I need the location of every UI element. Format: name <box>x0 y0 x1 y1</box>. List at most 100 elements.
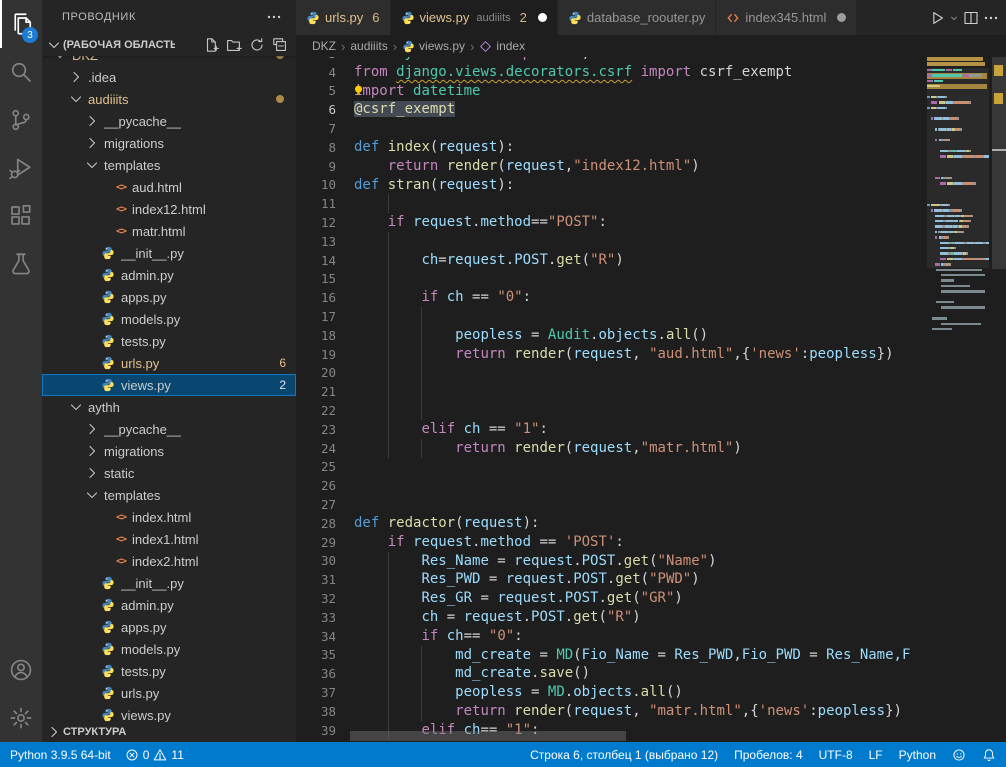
tree-item-aud.html[interactable]: <>aud.html <box>42 176 296 198</box>
python-interpreter[interactable]: Python 3.9.5 64-bit <box>10 748 111 762</box>
tree-item-DKZ[interactable]: DKZ <box>42 56 296 66</box>
code-line-8[interactable]: 8def index(request): <box>296 138 927 157</box>
code-line-24[interactable]: 24 return render(request,"matr.html") <box>296 439 927 458</box>
run-icon[interactable] <box>928 9 946 27</box>
code-line-14[interactable]: 14 ch=request.POST.get("R") <box>296 251 927 270</box>
overview-ruler[interactable] <box>992 57 1006 742</box>
tab-urls.py[interactable]: urls.py6 <box>296 0 391 35</box>
code-line-34[interactable]: 34 if ch== "0": <box>296 627 927 646</box>
collapse-all-icon[interactable] <box>272 37 288 53</box>
code-line-36[interactable]: 36 md_create.save() <box>296 664 927 683</box>
refresh-icon[interactable] <box>249 37 265 53</box>
split-editor-icon[interactable] <box>962 9 980 27</box>
code-line-5[interactable]: 5import datetime <box>296 82 927 101</box>
status-language[interactable]: Python <box>899 748 936 762</box>
code-line-29[interactable]: 29 if request.method == 'POST': <box>296 533 927 552</box>
code-line-33[interactable]: 33 ch = request.POST.get("R") <box>296 608 927 627</box>
code-line-19[interactable]: 19 return render(request, "aud.html",{'n… <box>296 345 927 364</box>
code-line-32[interactable]: 32 Res_GR = request.POST.get("GR") <box>296 589 927 608</box>
status-feedback[interactable] <box>952 748 966 762</box>
tree-item-admin.py[interactable]: admin.py <box>42 264 296 286</box>
code-line-38[interactable]: 38 return render(request, "matr.html",{'… <box>296 702 927 721</box>
tree-item-templates[interactable]: templates <box>42 154 296 176</box>
minimap[interactable] <box>927 57 989 742</box>
breadcrumb-item-views.py[interactable]: views.py <box>402 39 465 53</box>
code-line-12[interactable]: 12 if request.method=="POST": <box>296 213 927 232</box>
tree-item-views.py[interactable]: views.py2 <box>42 374 296 396</box>
activity-item-extensions[interactable] <box>0 192 42 240</box>
tree-item-index12.html[interactable]: <>index12.html <box>42 198 296 220</box>
workspace-section-header[interactable]: (РАБОЧАЯ ОБЛАСТЬ) ... <box>42 34 296 56</box>
breadcrumb-item-DKZ[interactable]: DKZ <box>312 39 336 53</box>
tree-item-views.py[interactable]: views.py <box>42 704 296 722</box>
tree-item-migrations[interactable]: migrations <box>42 440 296 462</box>
code-line-28[interactable]: 28def redactor(request): <box>296 514 927 533</box>
status-eol[interactable]: LF <box>869 748 883 762</box>
tree-item-matr.html[interactable]: <>matr.html <box>42 220 296 242</box>
code-line-17[interactable]: 17 <box>296 307 927 326</box>
breadcrumb-item-audiiits[interactable]: audiiits <box>350 39 387 53</box>
tree-item-urls.py[interactable]: urls.py6 <box>42 352 296 374</box>
code-line-25[interactable]: 25 <box>296 458 927 477</box>
tree-item-__pycache__[interactable]: __pycache__ <box>42 418 296 440</box>
tree-item-index1.html[interactable]: <>index1.html <box>42 528 296 550</box>
code-line-10[interactable]: 10def stran(request): <box>296 176 927 195</box>
new-file-icon[interactable] <box>203 37 219 53</box>
outline-section-header[interactable]: СТРУКТУРА <box>42 722 296 742</box>
code-line-11[interactable]: 11 <box>296 194 927 213</box>
dirty-indicator[interactable] <box>837 13 846 22</box>
breadcrumb-item-index[interactable]: index <box>479 39 525 53</box>
activity-item-source-control[interactable] <box>0 96 42 144</box>
vertical-scrollbar-thumb[interactable] <box>992 57 1006 269</box>
activity-item-account[interactable] <box>0 646 42 694</box>
tree-item-static[interactable]: static <box>42 462 296 484</box>
tree-item-.idea[interactable]: .idea <box>42 66 296 88</box>
tab-views.py[interactable]: views.pyaudiiits2 <box>391 0 558 35</box>
code-line-7[interactable]: 7 <box>296 119 927 138</box>
code-line-35[interactable]: 35 md_create = MD(Fio_Name = Res_PWD,Fio… <box>296 646 927 665</box>
status-selection[interactable]: Строка 6, столбец 1 (выбрано 12) <box>530 748 718 762</box>
horizontal-scrollbar[interactable] <box>296 730 927 742</box>
problems-indicator[interactable]: 0 11 <box>125 748 184 762</box>
lightbulb-icon[interactable] <box>352 84 365 98</box>
activity-item-explorer[interactable]: 3 <box>0 0 42 48</box>
code-line-6[interactable]: 6@csrf_exempt <box>296 100 927 119</box>
activity-item-run-debug[interactable] <box>0 144 42 192</box>
tab-index345.html[interactable]: index345.html <box>716 0 857 35</box>
tree-item-templates[interactable]: templates <box>42 484 296 506</box>
code-line-21[interactable]: 21 <box>296 382 927 401</box>
code-line-22[interactable]: 22 <box>296 401 927 420</box>
code-line-27[interactable]: 27 <box>296 495 927 514</box>
code-line-30[interactable]: 30 Res_Name = request.POST.get("Name") <box>296 552 927 571</box>
activity-item-search[interactable] <box>0 48 42 96</box>
code-line-20[interactable]: 20 <box>296 364 927 383</box>
tree-item-tests.py[interactable]: tests.py <box>42 660 296 682</box>
tree-item-migrations[interactable]: migrations <box>42 132 296 154</box>
activity-item-testing[interactable] <box>0 240 42 288</box>
tree-item-__init__.py[interactable]: __init__.py <box>42 572 296 594</box>
status-encoding[interactable]: UTF-8 <box>819 748 853 762</box>
status-indentation[interactable]: Пробелов: 4 <box>734 748 803 762</box>
code-line-18[interactable]: 18 peopless = Audit.objects.all() <box>296 326 927 345</box>
tree-item-apps.py[interactable]: apps.py <box>42 616 296 638</box>
more-actions-icon[interactable] <box>266 9 282 25</box>
code-line-31[interactable]: 31 Res_PWD = request.POST.get("PWD") <box>296 570 927 589</box>
tree-item-__init__.py[interactable]: __init__.py <box>42 242 296 264</box>
tree-item-apps.py[interactable]: apps.py <box>42 286 296 308</box>
status-bell[interactable] <box>982 748 996 762</box>
code-line-4[interactable]: 4from django.views.decorators.csrf impor… <box>296 63 927 82</box>
activity-item-settings[interactable] <box>0 694 42 742</box>
tree-item-__pycache__[interactable]: __pycache__ <box>42 110 296 132</box>
tab-database_roouter.py[interactable]: database_roouter.py <box>558 0 717 35</box>
run-dropdown-icon[interactable] <box>948 9 960 27</box>
more-icon[interactable] <box>982 9 1000 27</box>
new-folder-icon[interactable] <box>226 37 242 53</box>
dirty-indicator[interactable] <box>538 13 547 22</box>
tree-item-index.html[interactable]: <>index.html <box>42 506 296 528</box>
tree-item-tests.py[interactable]: tests.py <box>42 330 296 352</box>
tree-item-aythh[interactable]: aythh <box>42 396 296 418</box>
horizontal-scrollbar-thumb[interactable] <box>350 731 626 741</box>
tree-item-audiiits[interactable]: audiiits <box>42 88 296 110</box>
code-line-15[interactable]: 15 <box>296 270 927 289</box>
code-line-37[interactable]: 37 peopless = MD.objects.all() <box>296 683 927 702</box>
